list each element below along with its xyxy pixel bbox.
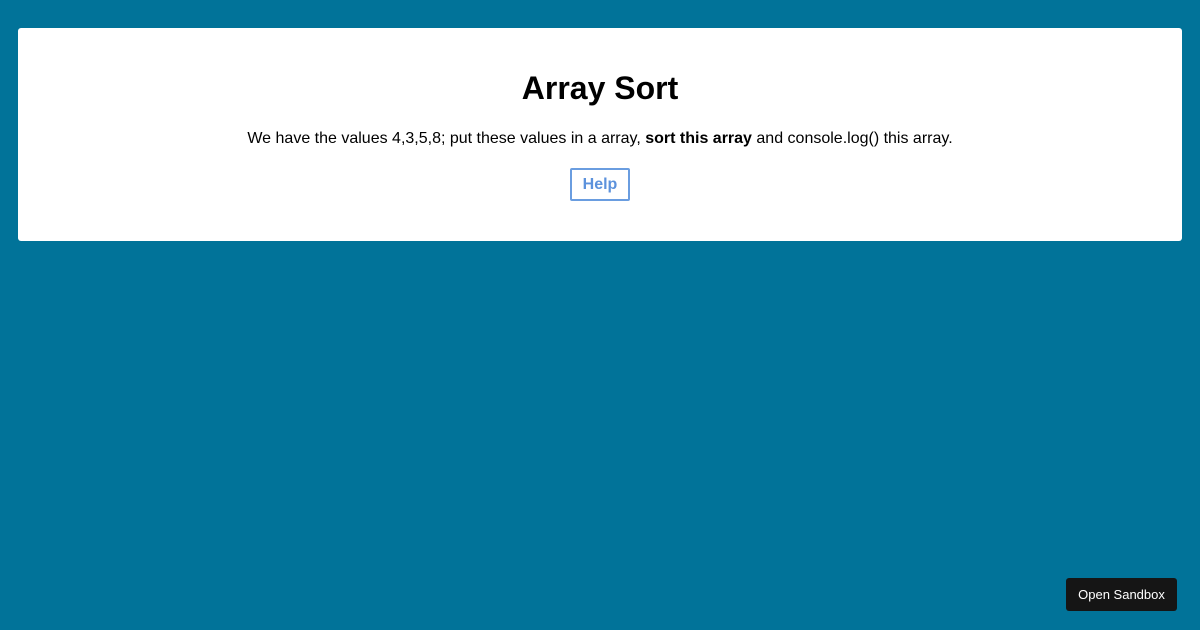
description-text-after: and console.log() this array. [751,130,953,147]
description-text-before: We have the values 4,3,5,8; put these va… [247,130,646,147]
open-sandbox-button[interactable]: Open Sandbox [1066,578,1177,611]
exercise-description: We have the values 4,3,5,8; put these va… [18,129,1182,149]
exercise-card: Array Sort We have the values 4,3,5,8; p… [18,28,1182,241]
help-button[interactable]: Help [570,168,630,201]
page-title: Array Sort [521,70,679,106]
description-text-bold: sort this array [645,130,752,147]
